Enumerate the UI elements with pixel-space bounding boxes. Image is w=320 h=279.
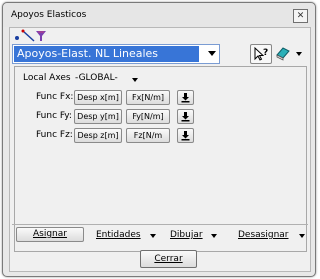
eraser-icon — [276, 47, 302, 61]
dibujar-menu[interactable]: Dibujar — [170, 228, 203, 242]
support-type-selected-value: Apoyos-Elast. NL Lineales — [14, 46, 199, 62]
dialog-body: Apoyos-Elast. NL Lineales ? Local Axes -… — [9, 27, 311, 272]
window-title: Apoyos Elasticos — [11, 10, 87, 20]
fz-button[interactable]: Fz[N/m — [126, 128, 170, 143]
cerrar-label: Cerrar — [154, 254, 183, 264]
desasignar-menu[interactable]: Desasignar — [238, 228, 289, 242]
support-type-select[interactable]: Apoyos-Elast. NL Lineales — [12, 44, 220, 64]
action-bar: Asignar Entidades Dibujar Desasignar — [12, 224, 308, 243]
download-icon — [181, 112, 190, 122]
eraser-dropdown[interactable] — [274, 44, 304, 62]
filter-icon[interactable] — [36, 31, 46, 41]
close-window-button[interactable]: ✕ — [293, 9, 308, 23]
download-icon — [181, 131, 190, 141]
point-icon[interactable] — [15, 36, 19, 40]
asignar-label: Asignar — [33, 229, 67, 239]
fy-download-button[interactable] — [177, 109, 194, 124]
desp-y-button[interactable]: Desp y[m] — [74, 109, 122, 124]
chevron-down-icon — [132, 78, 138, 82]
download-icon — [181, 93, 190, 103]
svg-text:?: ? — [263, 48, 268, 58]
desp-x-button[interactable]: Desp x[m] — [74, 90, 122, 105]
help-icon: ? — [254, 46, 268, 61]
apoyos-elasticos-window: Apoyos Elasticos ✕ Apoyos-Elast. NL Line… — [2, 2, 316, 277]
line-icon[interactable] — [21, 29, 35, 42]
cerrar-button[interactable]: Cerrar — [140, 250, 197, 268]
chevron-down-icon[interactable] — [299, 234, 305, 238]
fz-download-button[interactable] — [177, 128, 194, 143]
fx-button[interactable]: Fx[N/m] — [126, 90, 170, 105]
selection-toolbar — [15, 29, 46, 42]
local-axes-label: Local Axes — [23, 73, 71, 83]
entidades-menu[interactable]: Entidades — [96, 228, 141, 242]
desp-z-button[interactable]: Desp z[m] — [74, 128, 122, 143]
chevron-down-icon[interactable] — [150, 234, 156, 238]
help-button[interactable]: ? — [250, 44, 272, 64]
chevron-down-icon — [208, 51, 216, 56]
title-bar[interactable]: Apoyos Elasticos ✕ — [3, 3, 315, 27]
func-fx-label: Func Fx: — [36, 92, 74, 102]
func-fz-label: Func Fz: — [36, 130, 73, 140]
func-fy-label: Func Fy: — [36, 111, 72, 121]
asignar-button[interactable]: Asignar — [16, 227, 84, 242]
local-axes-select[interactable]: -GLOBAL- — [75, 73, 118, 83]
fy-button[interactable]: Fy[N/m] — [126, 109, 170, 124]
chevron-down-icon[interactable] — [211, 234, 217, 238]
fx-download-button[interactable] — [177, 90, 194, 105]
